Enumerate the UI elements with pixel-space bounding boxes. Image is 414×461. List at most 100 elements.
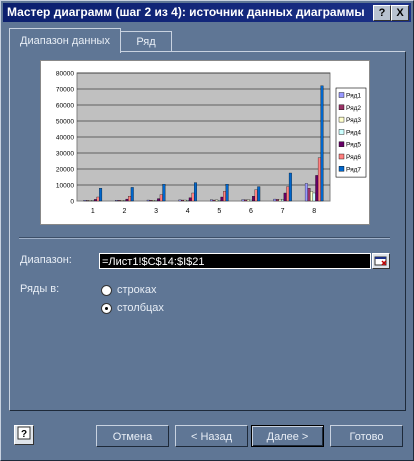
tab-series[interactable]: Ряд (120, 31, 172, 52)
bar (278, 199, 282, 202)
chart-svg: 0 10000 20000 30000 40000 50000 60000 70000 8000… (56, 71, 367, 215)
bar (154, 200, 158, 202)
close-button[interactable]: X (391, 5, 409, 21)
bar (281, 199, 285, 202)
y-tick-label: 10000 (56, 183, 74, 190)
collapse-dialog-button[interactable] (372, 253, 390, 269)
bar (181, 199, 184, 202)
bar (215, 199, 219, 202)
bar (244, 199, 248, 202)
bar (178, 199, 182, 202)
bar (220, 196, 224, 202)
legend-swatch (338, 129, 345, 135)
x-tick-label: 7 (281, 208, 285, 215)
bar (91, 200, 95, 202)
bar (241, 199, 245, 202)
cancel-button[interactable]: Отмена (96, 425, 169, 447)
bar (304, 183, 308, 202)
y-tick-label: 70000 (56, 87, 74, 94)
bar (286, 186, 290, 202)
bar (315, 175, 319, 202)
y-tick-label: 40000 (56, 135, 74, 142)
bar (93, 199, 97, 202)
bar (288, 172, 292, 202)
bar (122, 200, 126, 202)
range-label: Диапазон: (20, 254, 72, 266)
bar (210, 199, 213, 202)
chart-wizard-dialog: Мастер диаграмм (шаг 2 из 4): источник д… (0, 0, 414, 461)
bar (275, 199, 279, 202)
bar (252, 196, 255, 202)
chart-preview: 0 10000 20000 30000 40000 50000 60000 70000 8000… (40, 60, 370, 225)
radio-rows[interactable] (101, 285, 112, 296)
help-button[interactable]: ? (14, 425, 34, 445)
bar (223, 191, 226, 202)
legend-label: Ряд5 (346, 142, 361, 149)
bar (212, 199, 216, 202)
legend-swatch (338, 116, 345, 123)
tab-data-range[interactable]: Диапазон данных (9, 28, 121, 53)
collapse-dialog-icon (374, 256, 387, 266)
bar (217, 200, 221, 202)
window-title: Мастер диаграмм (шаг 2 из 4): источник д… (7, 5, 365, 19)
range-input[interactable]: =Лист1!$C$14:$I$21 (99, 253, 371, 269)
radio-columns[interactable] (101, 303, 112, 314)
bar (125, 198, 129, 202)
y-tick-label: 0 (70, 199, 74, 206)
bar (283, 192, 287, 202)
bar (188, 197, 192, 202)
bar (157, 198, 161, 202)
legend-swatch (338, 92, 345, 98)
legend-swatch (338, 104, 345, 110)
bar (152, 200, 155, 202)
help-title-button[interactable]: ? (373, 5, 391, 21)
bar (130, 187, 134, 202)
radio-selected-dot (105, 307, 108, 310)
x-tick-label: 8 (312, 208, 316, 215)
y-tick-label: 20000 (56, 167, 74, 174)
legend-label: Ряд7 (346, 166, 361, 173)
title-bar: Мастер диаграмм (шаг 2 из 4): источник д… (3, 3, 411, 22)
bar (115, 200, 119, 202)
bar (183, 199, 187, 202)
bar (310, 191, 314, 202)
bar (254, 189, 258, 202)
legend-label: Ряд1 (346, 93, 361, 100)
legend-swatch (338, 141, 345, 147)
x-tick-label: 2 (122, 208, 126, 215)
bar (273, 198, 277, 202)
legend-label: Ряд4 (346, 129, 361, 136)
legend-swatch (338, 166, 345, 172)
help-icon: ? (17, 426, 31, 440)
y-tick-label: 30000 (56, 151, 74, 158)
bar (249, 199, 253, 202)
x-tick-label: 4 (186, 208, 190, 215)
y-tick-label: 80000 (56, 71, 74, 78)
bar (120, 200, 124, 202)
legend-label: Ряд2 (346, 105, 361, 112)
bar (307, 188, 311, 202)
separator (19, 237, 390, 239)
bar (146, 199, 150, 202)
finish-button[interactable]: Готово (330, 425, 403, 447)
legend-label: Ряд6 (346, 154, 361, 161)
bar (159, 194, 163, 202)
bar (257, 186, 261, 202)
bar (194, 182, 197, 202)
x-tick-label: 5 (217, 208, 221, 215)
x-tick-label: 3 (154, 208, 158, 215)
bar (225, 184, 229, 202)
bar (86, 200, 90, 202)
bar (117, 200, 121, 202)
bar (128, 196, 132, 202)
svg-text:?: ? (21, 429, 27, 440)
bar (162, 184, 166, 202)
y-tick-label: 50000 (56, 119, 74, 126)
x-tick-label: 6 (249, 208, 253, 215)
back-button[interactable]: < Назад (175, 425, 248, 447)
bar (246, 199, 250, 202)
next-button[interactable]: Далее > (251, 425, 324, 447)
bar (186, 200, 190, 202)
bar (191, 192, 195, 202)
legend-swatch (338, 153, 345, 160)
